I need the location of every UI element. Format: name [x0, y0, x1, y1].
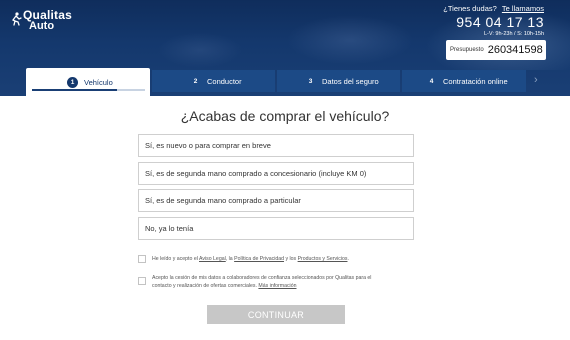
- step-conductor[interactable]: 2 Conductor: [152, 70, 275, 92]
- step-number-badge: 3: [308, 77, 313, 85]
- qualitas-logo[interactable]: Qualitas Auto: [10, 6, 80, 32]
- step-number-badge: 1: [67, 76, 78, 88]
- legal-accept-checkbox[interactable]: [138, 255, 146, 263]
- phone-number[interactable]: 954 04 17 13: [443, 14, 544, 30]
- step-vehiculo[interactable]: 1 Vehículo: [26, 68, 150, 96]
- privacy-policy-link[interactable]: Política de Privacidad: [234, 256, 284, 262]
- more-info-link[interactable]: Más información: [258, 283, 296, 289]
- step-number-badge: 2: [193, 77, 198, 85]
- option-new-vehicle[interactable]: Sí, es nuevo o para comprar en breve: [138, 134, 414, 157]
- step-datos-seguro[interactable]: 3 Datos del seguro: [277, 70, 400, 92]
- logo-figure-icon: [12, 12, 22, 26]
- chevron-right-icon[interactable]: ›: [534, 74, 538, 86]
- steps-bar: 1 Vehículo 2 Conductor 3 Datos del segur…: [0, 68, 570, 96]
- continue-button[interactable]: CONTINUAR: [207, 305, 345, 324]
- aviso-legal-link[interactable]: Aviso Legal: [199, 256, 226, 262]
- legal-accept-row: He leído y acepto el Aviso Legal, la Pol…: [138, 255, 388, 265]
- page-question: ¿Acabas de comprar el vehículo?: [180, 108, 390, 124]
- budget-number: 260341598: [487, 44, 543, 56]
- logo-brand-sub: Auto: [29, 20, 55, 32]
- budget-box: Presupuesto 260341598: [446, 40, 546, 60]
- legal-sep2: y los: [285, 256, 297, 262]
- step-progress-bar: [32, 89, 145, 91]
- option-used-private[interactable]: Sí, es de segunda mano comprado a partic…: [138, 189, 414, 212]
- products-services-link[interactable]: Productos y Servicios: [298, 256, 348, 262]
- consent-text-block: Acepto la cesión de mis datos a colabora…: [152, 275, 388, 290]
- contact-block: ¿Tienes dudas? Te llamamos 954 04 17 13 …: [443, 4, 544, 37]
- call-me-link[interactable]: Te llamamos: [502, 4, 544, 13]
- step-label: Datos del seguro: [322, 76, 379, 86]
- step-label: Contratación online: [443, 76, 508, 86]
- step-label: Conductor: [207, 76, 242, 86]
- option-used-dealer[interactable]: Sí, es de segunda mano comprado a conces…: [138, 162, 414, 185]
- legal-sep1: , la: [225, 256, 233, 262]
- site-header: Qualitas Auto ¿Tienes dudas? Te llamamos…: [0, 0, 570, 96]
- opening-hours: L-V: 9h-23h / S: 10h-15h: [483, 31, 544, 37]
- option-already-owned[interactable]: No, ya lo tenía: [138, 217, 414, 240]
- consent-row: Acepto la cesión de mis datos a colabora…: [138, 275, 388, 291]
- step-number-badge: 4: [429, 77, 434, 85]
- legal-prefix: He leído y acepto el: [152, 256, 198, 262]
- step-contratacion-online[interactable]: 4 Contratación online: [402, 70, 526, 92]
- consent-checkbox[interactable]: [138, 277, 146, 285]
- legal-end: .: [347, 256, 349, 262]
- doubts-text: ¿Tienes dudas?: [443, 4, 497, 13]
- legal-accept-text: He leído y acepto el Aviso Legal, la Pol…: [152, 256, 388, 264]
- step-progress-fill: [32, 89, 117, 91]
- budget-label: Presupuesto: [450, 47, 484, 53]
- contact-question-row: ¿Tienes dudas? Te llamamos: [443, 4, 544, 13]
- step-label: Vehículo: [84, 77, 113, 87]
